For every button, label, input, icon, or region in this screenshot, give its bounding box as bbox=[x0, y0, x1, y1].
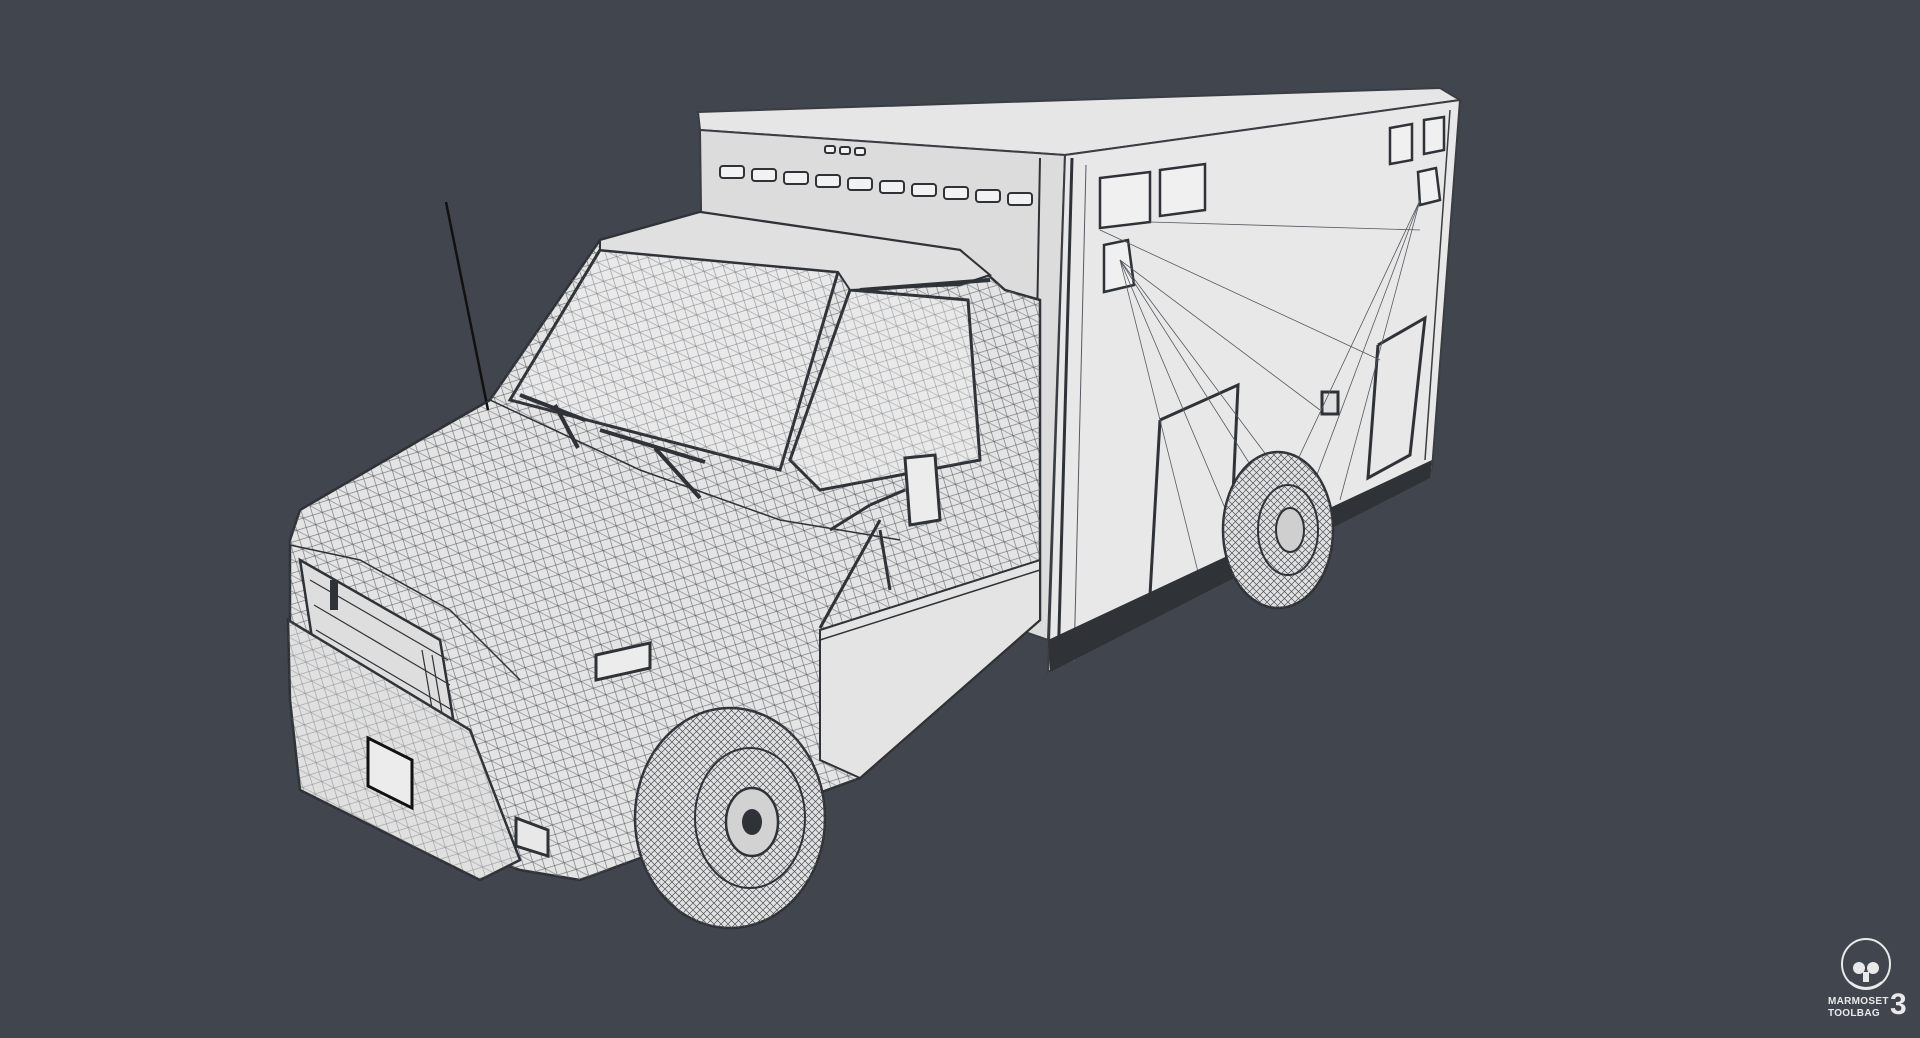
ambulance-wireframe-model bbox=[286, 86, 1463, 930]
watermark-brand-line1: MARMOSET bbox=[1828, 996, 1889, 1007]
front-wheel bbox=[633, 706, 827, 930]
antenna bbox=[444, 201, 490, 411]
rear-wheel bbox=[1221, 450, 1335, 610]
watermark-logo: MARMOSET TOOLBAG 3 bbox=[1828, 932, 1914, 1032]
3d-viewport[interactable]: MARMOSET TOOLBAG 3 bbox=[0, 0, 1920, 1038]
watermark-brand-line2: TOOLBAG bbox=[1828, 1008, 1880, 1019]
watermark-version: 3 bbox=[1890, 988, 1907, 1021]
